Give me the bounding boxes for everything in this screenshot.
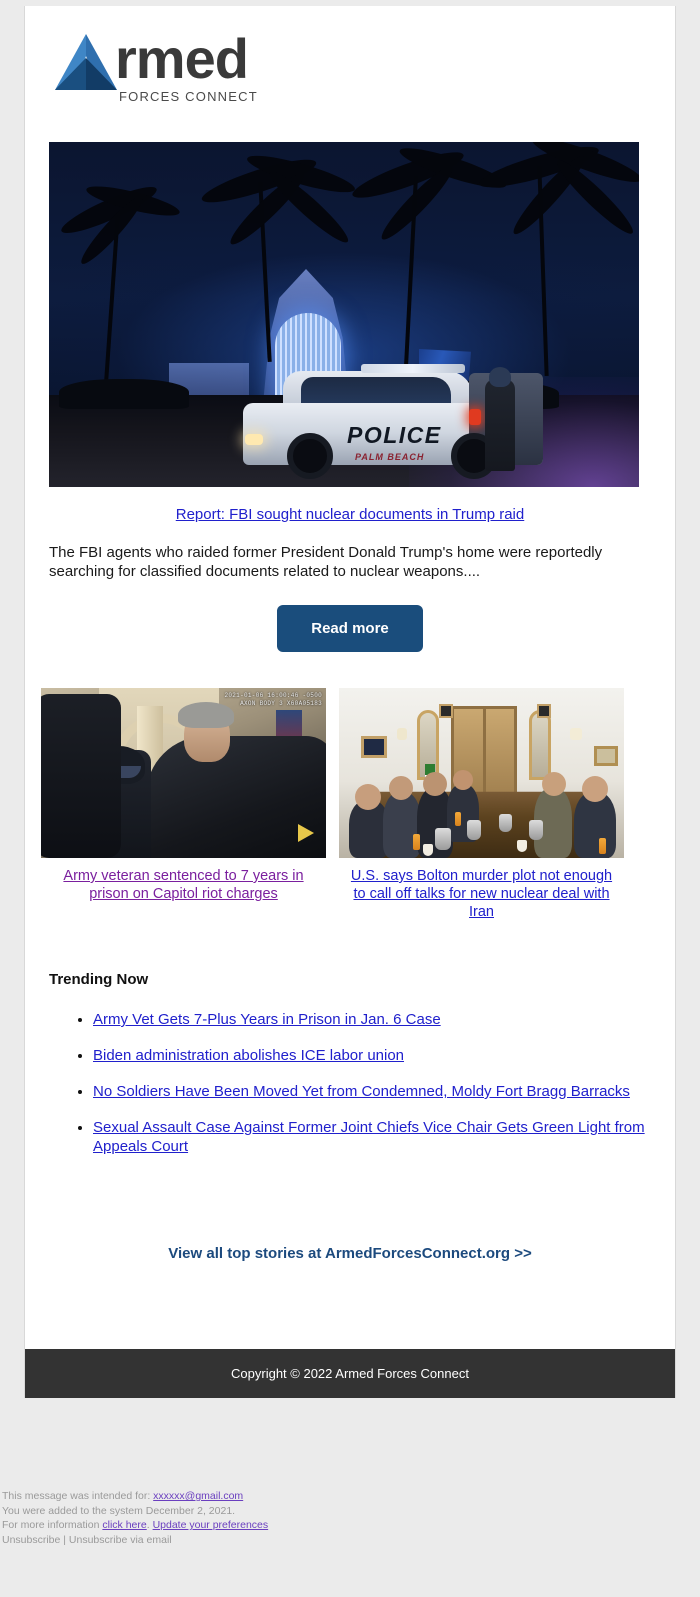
table-cup [423,844,433,856]
delegate-head [389,776,413,800]
triangle-logo-icon [55,34,117,90]
hero-shrub [59,379,189,409]
hero-summary: The FBI agents who raided former Preside… [49,544,603,580]
table-pitcher [499,814,512,832]
list-item: Army Vet Gets 7-Plus Years in Prison in … [93,1010,651,1029]
vehicle-taillight [469,409,481,425]
story-link-iran-talks[interactable]: U.S. says Bolton murder plot not enough … [351,868,612,920]
more-info-separator: . [146,1519,150,1531]
email-body-card: rmed FORCES CONNECT POLICE PALM BEACH Re… [24,6,676,1398]
trending-link-3[interactable]: No Soldiers Have Been Moved Yet from Con… [93,1083,630,1100]
hero-headline-row: Report: FBI sought nuclear documents in … [25,487,675,524]
story-column: 2021-01-06 16:00:46 -0500 AXON BODY 3 X6… [41,688,326,921]
vehicle-dept-label: PALM BEACH [355,452,425,462]
disclaimer-intended-prefix: This message was intended for: [2,1490,151,1502]
trending-section: Trending Now Army Vet Gets 7-Plus Years … [25,921,675,1156]
trending-heading: Trending Now [49,971,149,988]
bodycam-arrow-marker [298,824,314,842]
story-thumbnail-capitol[interactable]: 2021-01-06 16:00:46 -0500 AXON BODY 3 X6… [41,688,326,858]
trending-link-2[interactable]: Biden administration abolishes ICE labor… [93,1047,404,1064]
vehicle-wheel [287,433,333,479]
disclaimer-more-info-line: For more information click here. Update … [2,1518,692,1533]
delegate-head [453,770,473,790]
secondary-stories: 2021-01-06 16:00:46 -0500 AXON BODY 3 X6… [25,652,675,921]
bodycam-timestamp-line1: 2021-01-06 16:00:46 -0500 [224,692,322,699]
table-juice-glass [455,812,461,826]
delegate-head [423,772,447,796]
unsubscribe-line: Unsubscribe | Unsubscribe via email [2,1533,172,1546]
vehicle-police-label: POLICE [347,422,442,448]
bodycam-timestamp: 2021-01-06 16:00:46 -0500 AXON BODY 3 X6… [224,692,322,708]
recipient-email-link[interactable]: xxxxxx@gmail.com [153,1490,243,1502]
copyright-footer: Copyright © 2022 Armed Forces Connect [25,1349,675,1398]
hero-image-wrap: POLICE PALM BEACH [25,114,675,487]
brand-wordmark: rmed [115,27,249,90]
disclaimer-added-line: You were added to the system December 2,… [2,1504,236,1517]
story-column: U.S. says Bolton murder plot not enough … [339,688,624,921]
update-preferences-link[interactable]: Update your preferences [153,1519,269,1531]
meeting-room-mirror [529,710,551,780]
story-thumbnail-iran-talks[interactable] [339,688,624,858]
wall-picture [439,704,453,718]
email-header: rmed FORCES CONNECT [25,6,675,114]
brand-logo[interactable]: rmed FORCES CONNECT [25,30,675,104]
vehicle-lightbar [361,364,465,373]
delegate-head [542,772,566,796]
bottom-spacer [25,1263,675,1349]
email-disclaimer: This message was intended for: xxxxxx@gm… [2,1489,692,1547]
wall-sconce [397,728,407,740]
story-link-capitol[interactable]: Army veteran sentenced to 7 years in pri… [63,868,303,902]
list-item: Biden administration abolishes ICE labor… [93,1046,651,1065]
table-juice-glass [413,834,420,850]
email-page: rmed FORCES CONNECT POLICE PALM BEACH Re… [0,0,700,1597]
hero-police-vehicle: POLICE PALM BEACH [243,349,543,479]
table-cup [517,840,527,852]
table-juice-glass [599,838,606,854]
table-pitcher [529,820,543,840]
click-here-link[interactable]: click here [102,1519,146,1531]
wall-picture [537,704,551,718]
more-info-prefix: For more information [2,1519,100,1531]
delegate-head [355,784,381,810]
story-caption-row: Army veteran sentenced to 7 years in pri… [41,858,326,903]
view-all-stories-link[interactable]: View all top stories at ArmedForcesConne… [168,1245,531,1262]
meeting-room-door-split [483,706,486,802]
view-all-row: View all top stories at ArmedForcesConne… [25,1173,675,1263]
list-item: Sexual Assault Case Against Former Joint… [93,1118,651,1156]
brand-tagline: FORCES CONNECT [119,89,258,104]
read-more-row: Read more [25,581,675,652]
wall-picture [361,736,387,758]
table-pitcher [467,820,481,840]
read-more-button[interactable]: Read more [277,605,423,652]
trending-link-1[interactable]: Army Vet Gets 7-Plus Years in Prison in … [93,1011,441,1028]
disclaimer-intended-line: This message was intended for: xxxxxx@gm… [2,1489,692,1504]
delegate-head [582,776,608,802]
vehicle-headlight [245,434,263,445]
hero-officer [485,379,515,471]
capitol-officer-1 [41,694,121,858]
brand-text: rmed FORCES CONNECT [115,27,258,105]
hero-image[interactable]: POLICE PALM BEACH [49,142,639,487]
story-caption-row: U.S. says Bolton murder plot not enough … [339,858,624,921]
trending-list: Army Vet Gets 7-Plus Years in Prison in … [49,1010,651,1156]
wall-sconce [570,728,582,740]
hero-officer-head [489,367,511,387]
wall-picture [594,746,618,766]
hero-headline-link[interactable]: Report: FBI sought nuclear documents in … [176,506,525,523]
bodycam-timestamp-line2: AXON BODY 3 X60A05183 [240,700,322,707]
table-pitcher [435,828,451,850]
trending-link-4[interactable]: Sexual Assault Case Against Former Joint… [93,1119,645,1155]
list-item: No Soldiers Have Been Moved Yet from Con… [93,1082,651,1101]
